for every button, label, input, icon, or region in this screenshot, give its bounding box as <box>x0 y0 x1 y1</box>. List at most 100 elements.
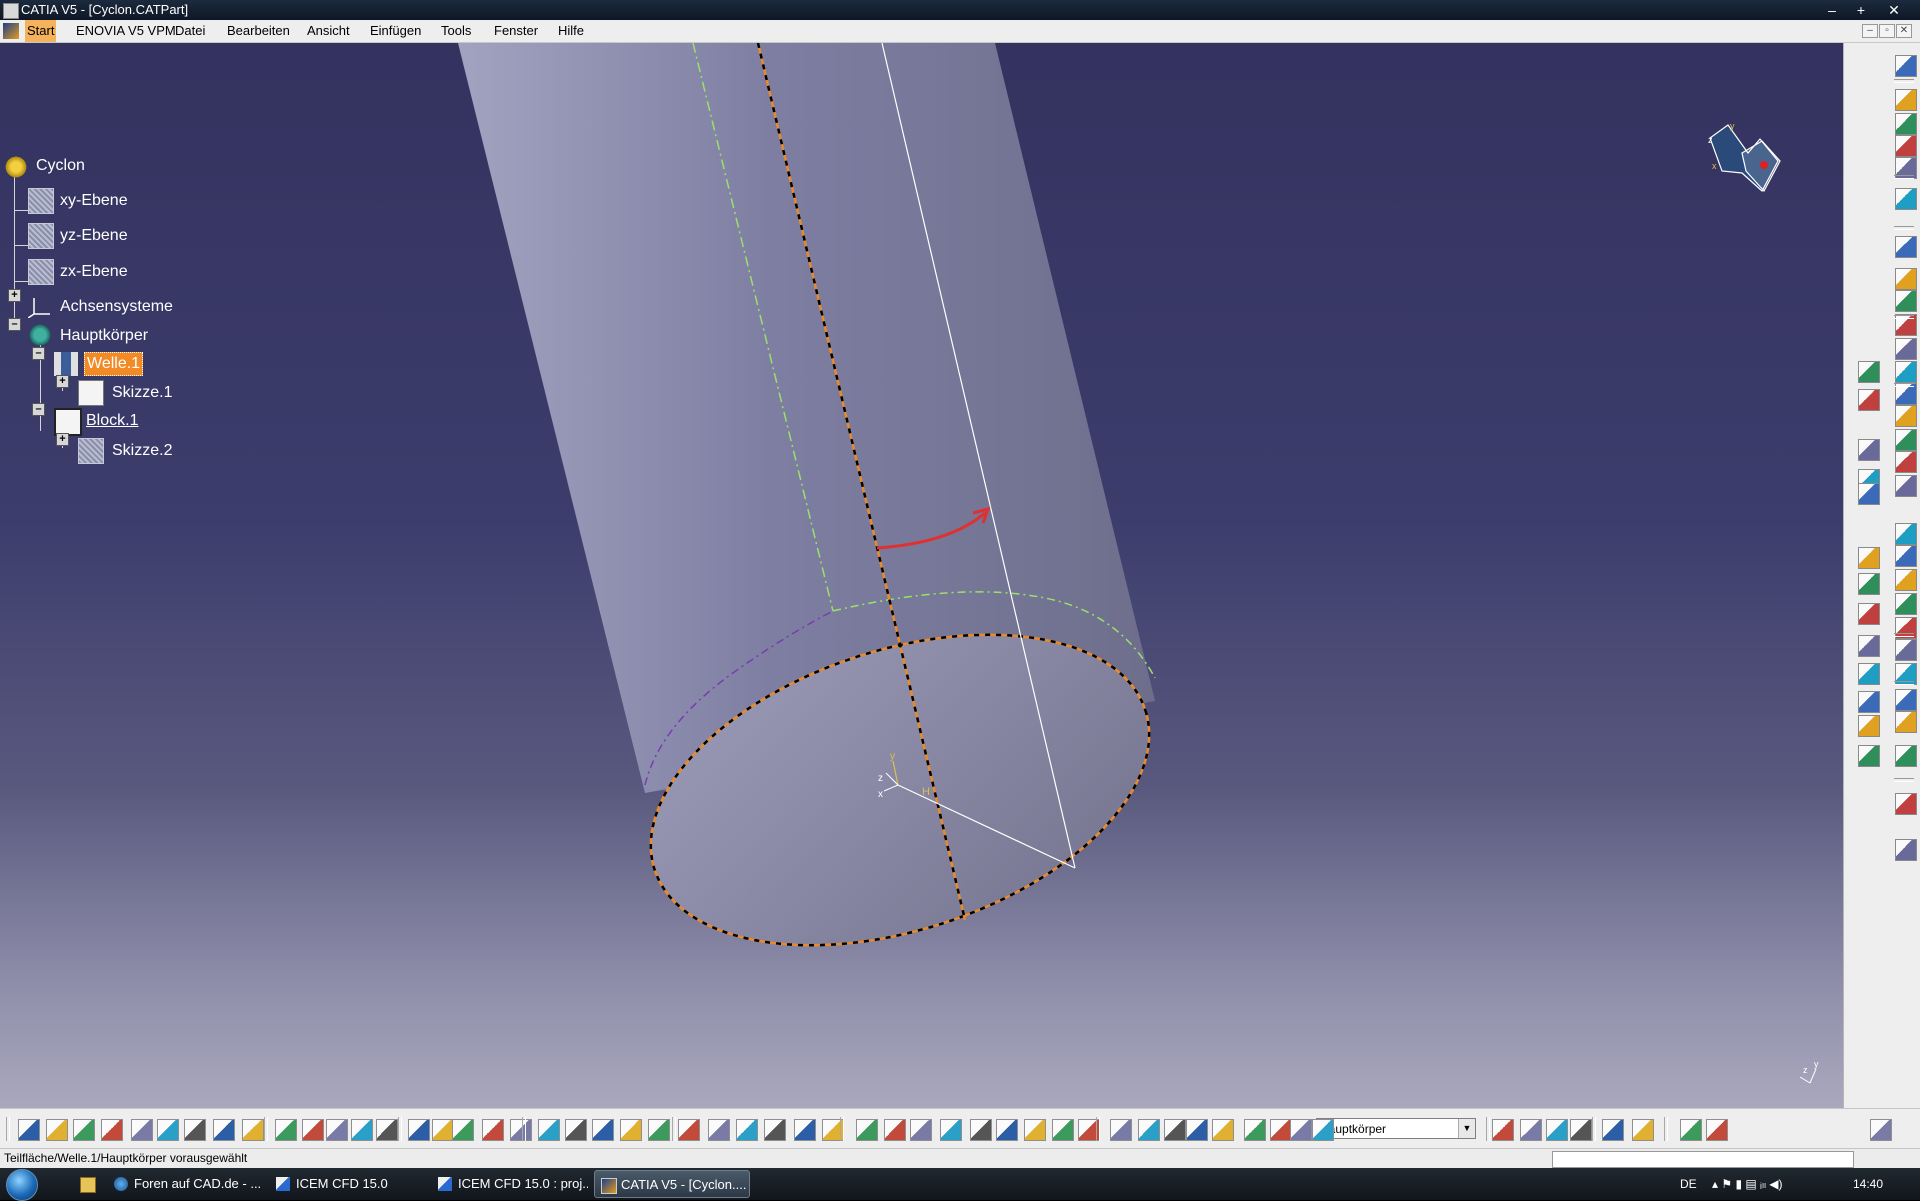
toolbar-tool-icon[interactable] <box>73 1119 95 1141</box>
toolbar-tool-icon[interactable] <box>1895 545 1917 567</box>
tree-label-xy-plane[interactable]: xy-Ebene <box>60 190 128 212</box>
toolbar-tool-icon[interactable] <box>1520 1119 1542 1141</box>
language-indicator[interactable]: DE <box>1680 1168 1697 1200</box>
menu-hilfe[interactable]: Hilfe <box>556 20 586 42</box>
cylinder-model[interactable]: y z x H z y x z y <box>0 43 1843 1108</box>
toolbar-tool-icon[interactable] <box>1895 429 1917 451</box>
toolbar-tool-icon[interactable] <box>302 1119 324 1141</box>
body-select[interactable]: Hauptkörper ▼ <box>1316 1118 1476 1139</box>
toolbar-tool-icon[interactable] <box>1858 361 1880 383</box>
menu-bearbeiten[interactable]: Bearbeiten <box>225 20 292 42</box>
toolbar-tool-icon[interactable] <box>1680 1119 1702 1141</box>
toolbar-tool-icon[interactable] <box>592 1119 614 1141</box>
toolbar-tool-icon[interactable] <box>46 1119 68 1141</box>
toolbar-tool-icon[interactable] <box>708 1119 730 1141</box>
collapse-main-body-button[interactable]: – <box>8 318 21 331</box>
toolbar-tool-icon[interactable] <box>678 1119 700 1141</box>
toolbar-tool-icon[interactable] <box>157 1119 179 1141</box>
collapse-pad-button[interactable]: – <box>32 403 45 416</box>
toolbar-tool-icon[interactable] <box>1212 1119 1234 1141</box>
mdi-restore-button[interactable]: ▫ <box>1879 24 1895 38</box>
toolbar-tool-icon[interactable] <box>1858 715 1880 737</box>
tree-label-cyclon[interactable]: Cyclon <box>36 155 85 177</box>
toolbar-tool-icon[interactable] <box>482 1119 504 1141</box>
tree-label-sketch1[interactable]: Skizze.1 <box>112 382 172 404</box>
toolbar-tool-icon[interactable] <box>910 1119 932 1141</box>
toolbar-tool-icon[interactable] <box>1312 1119 1334 1141</box>
chevron-down-icon[interactable]: ▼ <box>1458 1119 1475 1138</box>
toolbar-tool-icon[interactable] <box>1895 188 1917 210</box>
tree-label-main-body[interactable]: Hauptkörper <box>60 325 148 347</box>
tray-icons[interactable]: ▴ ⚑ ▮ ▤ ᵢₗₗ ◀) <box>1712 1168 1783 1200</box>
toolbar-tool-icon[interactable] <box>1895 711 1917 733</box>
menu-enovia[interactable]: ENOVIA V5 VPM <box>74 20 178 42</box>
toolbar-tool-icon[interactable] <box>1858 389 1880 411</box>
tree-label-sketch2[interactable]: Skizze.2 <box>112 440 172 462</box>
toolbar-tool-icon[interactable] <box>1052 1119 1074 1141</box>
toolbar-tool-icon[interactable] <box>510 1119 532 1141</box>
toolbar-tool-icon[interactable] <box>1632 1119 1654 1141</box>
explorer-taskbar-button[interactable] <box>70 1170 104 1198</box>
collapse-shaft-button[interactable]: – <box>32 347 45 360</box>
toolbar-tool-icon[interactable] <box>432 1119 454 1141</box>
expand-axis-systems-button[interactable]: + <box>8 289 21 302</box>
toolbar-tool-icon[interactable] <box>794 1119 816 1141</box>
toolbar-tool-icon[interactable] <box>131 1119 153 1141</box>
toolbar-tool-icon[interactable] <box>1895 793 1917 815</box>
toolbar-tool-icon[interactable] <box>1895 745 1917 767</box>
mdi-minimize-button[interactable]: – <box>1862 24 1878 38</box>
toolbar-tool-icon[interactable] <box>1244 1119 1266 1141</box>
taskbar-item-icem[interactable]: ICEM CFD 15.0 <box>270 1170 426 1198</box>
toolbar-tool-icon[interactable] <box>1186 1119 1208 1141</box>
toolbar-tool-icon[interactable] <box>18 1119 40 1141</box>
menu-fenster[interactable]: Fenster <box>492 20 540 42</box>
toolbar-tool-icon[interactable] <box>1895 361 1917 383</box>
toolbar-tool-icon[interactable] <box>1858 603 1880 625</box>
toolbar-tool-icon[interactable] <box>213 1119 235 1141</box>
toolbar-tool-icon[interactable] <box>1895 569 1917 591</box>
toolbar-tool-icon[interactable] <box>996 1119 1018 1141</box>
toolbar-tool-icon[interactable] <box>1858 483 1880 505</box>
toolbar-tool-icon[interactable] <box>1895 593 1917 615</box>
toolbar-tool-icon[interactable] <box>1895 639 1917 661</box>
tree-label-yz-plane[interactable]: yz-Ebene <box>60 225 128 247</box>
toolbar-tool-icon[interactable] <box>1895 113 1917 135</box>
toolbar-tool-icon[interactable] <box>764 1119 786 1141</box>
tree-label-zx-plane[interactable]: zx-Ebene <box>60 261 128 283</box>
menu-datei[interactable]: Datei <box>173 20 207 42</box>
toolbar-tool-icon[interactable] <box>275 1119 297 1141</box>
toolbar-tool-icon[interactable] <box>1895 451 1917 473</box>
toolbar-tool-icon[interactable] <box>1895 135 1917 157</box>
command-input[interactable] <box>1552 1151 1854 1168</box>
toolbar-tool-icon[interactable] <box>1138 1119 1160 1141</box>
toolbar-tool-icon[interactable] <box>1492 1119 1514 1141</box>
tree-label-pad[interactable]: Block.1 <box>86 410 138 432</box>
toolbar-tool-icon[interactable] <box>351 1119 373 1141</box>
toolbar-tool-icon[interactable] <box>1110 1119 1132 1141</box>
toolbar-tool-icon[interactable] <box>1858 691 1880 713</box>
toolbar-tool-icon[interactable] <box>884 1119 906 1141</box>
toolbar-tool-icon[interactable] <box>1024 1119 1046 1141</box>
toolbar-tool-icon[interactable] <box>1895 475 1917 497</box>
toolbar-tool-icon[interactable] <box>1290 1119 1312 1141</box>
toolbar-tool-icon[interactable] <box>376 1119 398 1141</box>
toolbar-tool-icon[interactable] <box>1858 573 1880 595</box>
menu-tools[interactable]: Tools <box>439 20 473 42</box>
toolbar-tool-icon[interactable] <box>101 1119 123 1141</box>
taskbar-item-catia[interactable]: CATIA V5 - [Cyclon.... <box>594 1170 750 1198</box>
menu-start[interactable]: Start <box>25 20 57 42</box>
tree-label-shaft[interactable]: Welle.1 <box>84 352 144 376</box>
toolbar-tool-icon[interactable] <box>1895 689 1917 711</box>
toolbar-tool-icon[interactable] <box>326 1119 348 1141</box>
minimize-button[interactable]: – <box>1818 0 1846 20</box>
toolbar-tool-icon[interactable] <box>1706 1119 1728 1141</box>
toolbar-tool-icon[interactable] <box>1858 439 1880 461</box>
toolbar-tool-icon[interactable] <box>1570 1119 1592 1141</box>
toolbar-tool-icon[interactable] <box>1858 663 1880 685</box>
toolbar-tool-icon[interactable] <box>1895 405 1917 427</box>
menu-einfuegen[interactable]: Einfügen <box>368 20 423 42</box>
toolbar-tool-icon[interactable] <box>940 1119 962 1141</box>
maximize-button[interactable]: + <box>1847 0 1875 20</box>
menu-ansicht[interactable]: Ansicht <box>305 20 352 42</box>
toolbar-tool-icon[interactable] <box>648 1119 670 1141</box>
